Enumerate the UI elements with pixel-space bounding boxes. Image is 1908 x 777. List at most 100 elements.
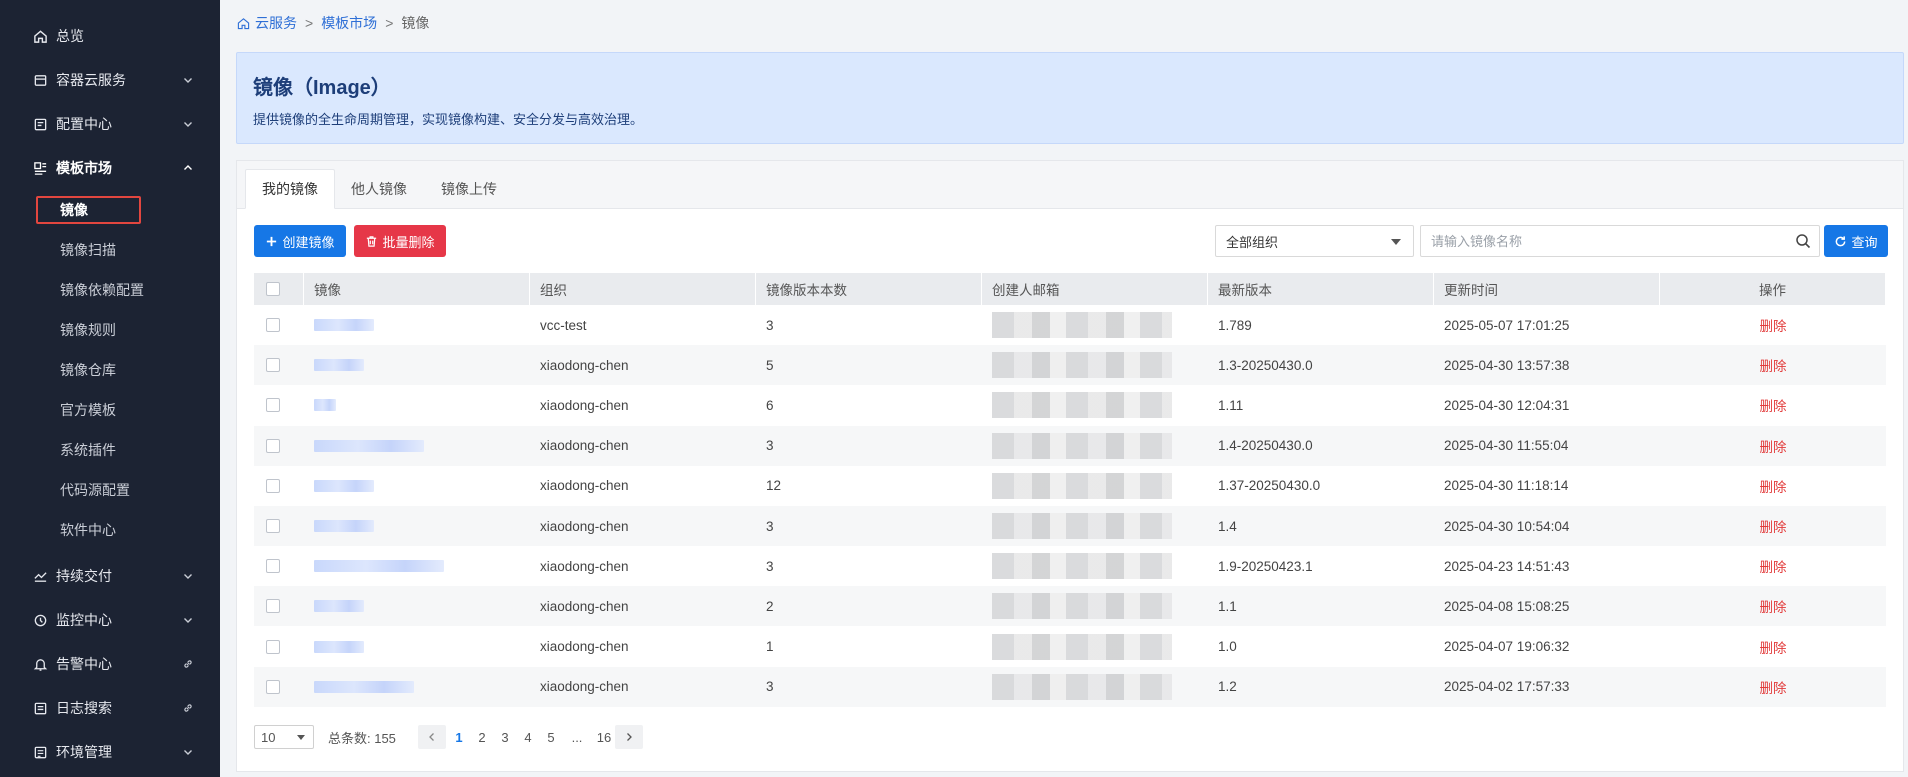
caret-down-icon bbox=[297, 735, 305, 740]
image-name-redacted[interactable] bbox=[314, 520, 374, 532]
create-image-button[interactable]: 创建镜像 bbox=[254, 225, 346, 257]
sub-item-code-source[interactable]: 代码源配置 bbox=[60, 470, 210, 510]
row-checkbox[interactable] bbox=[266, 519, 280, 533]
creator-email-redacted bbox=[992, 633, 1172, 660]
cell-versions-text: 3 bbox=[766, 558, 774, 574]
header-updated-time: 更新时间 bbox=[1434, 273, 1660, 305]
nav-item-log-search[interactable]: 日志搜索 bbox=[0, 686, 220, 730]
image-name-redacted[interactable] bbox=[314, 399, 336, 412]
sub-item-image-repo[interactable]: 镜像仓库 bbox=[60, 350, 210, 390]
cell-versions: 5 bbox=[756, 345, 982, 385]
cell-org-text: xiaodong-chen bbox=[540, 357, 629, 373]
batch-delete-button[interactable]: 批量删除 bbox=[354, 225, 446, 257]
delete-link[interactable]: 删除 bbox=[1760, 395, 1787, 415]
delete-link[interactable]: 删除 bbox=[1760, 315, 1787, 335]
cell-action: 删除 bbox=[1660, 506, 1886, 546]
nav-item-overview[interactable]: 总览 bbox=[0, 14, 220, 58]
row-checkbox[interactable] bbox=[266, 559, 280, 574]
page-number[interactable]: 2 bbox=[476, 725, 488, 749]
image-name-redacted[interactable] bbox=[314, 479, 374, 492]
breadcrumb-separator: > bbox=[385, 15, 394, 31]
config-icon bbox=[32, 116, 48, 132]
table-row: xiaodong-chen 3 1.9-20250423.1 2025-04-23 1… bbox=[254, 546, 1886, 586]
nav-item-template-market[interactable]: 模板市场 bbox=[0, 146, 220, 190]
cell-updated-time: 2025-05-07 17:01:25 bbox=[1434, 305, 1660, 345]
row-checkbox[interactable] bbox=[266, 438, 280, 453]
select-all-checkbox[interactable] bbox=[266, 282, 280, 296]
row-checkbox-cell bbox=[254, 627, 304, 667]
row-checkbox[interactable] bbox=[266, 318, 280, 332]
nav-item-config-center[interactable]: 配置中心 bbox=[0, 102, 220, 146]
page-number[interactable]: 16 bbox=[595, 725, 613, 749]
sub-item-image-dependency[interactable]: 镜像依赖配置 bbox=[60, 270, 210, 310]
page-number[interactable]: 3 bbox=[499, 725, 511, 749]
sub-item-official-template[interactable]: 官方模板 bbox=[60, 390, 210, 430]
delete-link[interactable]: 删除 bbox=[1760, 556, 1787, 576]
sub-item-image-rules[interactable]: 镜像规则 bbox=[60, 310, 210, 350]
row-checkbox[interactable] bbox=[266, 639, 280, 654]
image-name-redacted[interactable] bbox=[314, 560, 444, 573]
image-name-redacted[interactable] bbox=[314, 319, 374, 331]
search-icon[interactable] bbox=[1795, 233, 1811, 249]
tab-my-images[interactable]: 我的镜像 bbox=[245, 169, 335, 209]
table-row: xiaodong-chen 6 1.11 2025-04-30 12:04:31 删除 bbox=[254, 385, 1886, 425]
image-name-redacted[interactable] bbox=[314, 439, 424, 452]
bell-icon bbox=[32, 656, 48, 672]
cell-updated-time-text: 2025-04-30 13:57:38 bbox=[1444, 357, 1570, 373]
breadcrumb-template-market[interactable]: 模板市场 bbox=[321, 13, 377, 33]
cell-latest-version: 1.789 bbox=[1208, 305, 1434, 345]
sub-item-image-scan[interactable]: 镜像扫描 bbox=[60, 230, 210, 270]
cell-versions-text: 5 bbox=[766, 357, 774, 373]
page-number[interactable]: 5 bbox=[545, 725, 557, 749]
image-name-redacted[interactable] bbox=[314, 600, 364, 613]
chevron-down-icon bbox=[182, 117, 194, 129]
row-checkbox-cell bbox=[254, 667, 304, 707]
delete-link[interactable]: 删除 bbox=[1760, 637, 1787, 657]
prev-page-button[interactable] bbox=[418, 725, 446, 749]
cell-creator-email bbox=[982, 305, 1208, 345]
delete-link[interactable]: 删除 bbox=[1760, 516, 1787, 536]
nav-item-environment[interactable]: 环境管理 bbox=[0, 730, 220, 774]
image-name-redacted[interactable] bbox=[314, 359, 364, 372]
row-checkbox[interactable] bbox=[266, 599, 280, 614]
cell-updated-time: 2025-04-30 13:57:38 bbox=[1434, 345, 1660, 385]
row-checkbox[interactable] bbox=[266, 398, 280, 413]
query-button[interactable]: 查询 bbox=[1824, 225, 1888, 257]
tab-image-upload[interactable]: 镜像上传 bbox=[425, 169, 513, 209]
org-select[interactable]: 全部组织 bbox=[1215, 225, 1414, 257]
row-checkbox[interactable] bbox=[266, 358, 280, 373]
tab-others-images[interactable]: 他人镜像 bbox=[335, 169, 423, 209]
chevron-down-icon bbox=[182, 73, 194, 85]
sub-item-image[interactable]: 镜像 bbox=[36, 196, 141, 224]
delete-link[interactable]: 删除 bbox=[1760, 436, 1787, 456]
nav-item-continuous-delivery[interactable]: 持续交付 bbox=[0, 554, 220, 598]
sub-item-system-plugins[interactable]: 系统插件 bbox=[60, 430, 210, 470]
log-icon bbox=[32, 700, 48, 716]
page-size-select[interactable]: 10 bbox=[254, 725, 314, 749]
image-name-redacted[interactable] bbox=[314, 640, 364, 653]
cell-creator-email bbox=[982, 546, 1208, 586]
delete-link[interactable]: 删除 bbox=[1760, 355, 1787, 375]
nav-item-container-cloud[interactable]: 容器云服务 bbox=[0, 58, 220, 102]
delete-link[interactable]: 删除 bbox=[1760, 476, 1787, 496]
row-checkbox[interactable] bbox=[266, 679, 280, 694]
page-number[interactable]: 4 bbox=[522, 725, 534, 749]
row-checkbox[interactable] bbox=[266, 478, 280, 493]
row-checkbox-cell bbox=[254, 305, 304, 345]
delete-link[interactable]: 删除 bbox=[1760, 596, 1787, 616]
sub-item-software-center[interactable]: 软件中心 bbox=[60, 510, 210, 550]
nav-item-alerts[interactable]: 告警中心 bbox=[0, 642, 220, 686]
chevron-down-icon bbox=[182, 569, 194, 581]
nav-label: 容器云服务 bbox=[56, 72, 126, 88]
cell-updated-time-text: 2025-04-23 14:51:43 bbox=[1444, 558, 1570, 574]
plus-icon bbox=[267, 236, 277, 246]
cell-org: xiaodong-chen bbox=[530, 385, 756, 425]
breadcrumb-cloud-service[interactable]: 云服务 bbox=[255, 13, 297, 33]
image-name-redacted[interactable] bbox=[314, 680, 414, 693]
header-versions: 镜像版本本数 bbox=[756, 273, 982, 305]
nav-item-monitoring[interactable]: 监控中心 bbox=[0, 598, 220, 642]
page-number[interactable]: 1 bbox=[453, 725, 465, 749]
search-input[interactable] bbox=[1421, 226, 1781, 256]
delete-link[interactable]: 删除 bbox=[1760, 677, 1787, 697]
next-page-button[interactable] bbox=[615, 725, 643, 749]
